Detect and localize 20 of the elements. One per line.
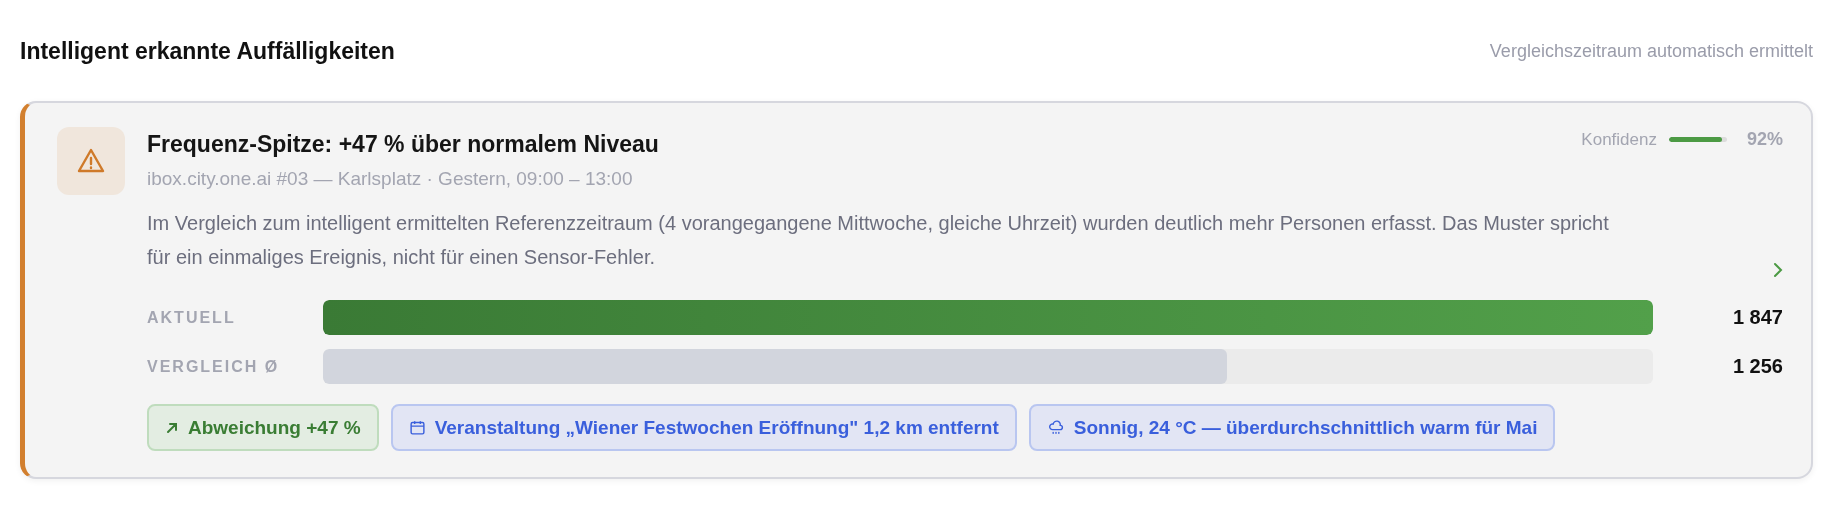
info-tag: Sonnig, 24 °C — überdurchschnittlich warm für Mai	[1028, 404, 1556, 451]
bar-label: VERGLEICH Ø	[147, 357, 281, 376]
bar-value: 1 847	[1731, 306, 1783, 329]
cloud-rain-icon	[1046, 419, 1065, 436]
comparison-note: Vergleichszeitraum automatisch ermittelt	[1489, 41, 1813, 62]
confidence-label: Konfidenz	[1581, 129, 1657, 150]
anomaly-meta: ibox.city.one.ai #03 — Karlsplatz · Gestern, 09:00 – 13:00	[147, 168, 634, 190]
warning-icon	[57, 127, 125, 195]
arrow-up-right-icon	[165, 420, 179, 435]
calendar-icon	[408, 419, 426, 436]
confidence-value: 92%	[1746, 129, 1783, 150]
bar-value: 1 256	[1731, 355, 1783, 378]
anomaly-description: Im Vergleich zum intelligent ermittelten Referenzzeitraum (4 vorangegangene Mittwoche, gleiche Uhrzeit) wurden deutlich mehr Personen erfasst. Das Muster spricht für ein einmaliges Ereignis, nicht für einen Sensor-Fehler.	[147, 211, 1610, 270]
info-tag: Abweichung +47 %	[147, 404, 379, 451]
anomaly-title: Frequenz-Spitze: +47 % über normalem Niveau	[147, 131, 659, 158]
info-tag: Veranstaltung „Wiener Festwochen Eröffnung" 1,2 km entfernt	[390, 404, 1017, 451]
section-title: Intelligent erkannte Auffälligkeiten	[20, 38, 395, 65]
confidence-meter	[1668, 137, 1727, 142]
chevron-right-icon[interactable]	[1773, 262, 1783, 278]
bar-label: AKTUELL	[147, 308, 237, 327]
